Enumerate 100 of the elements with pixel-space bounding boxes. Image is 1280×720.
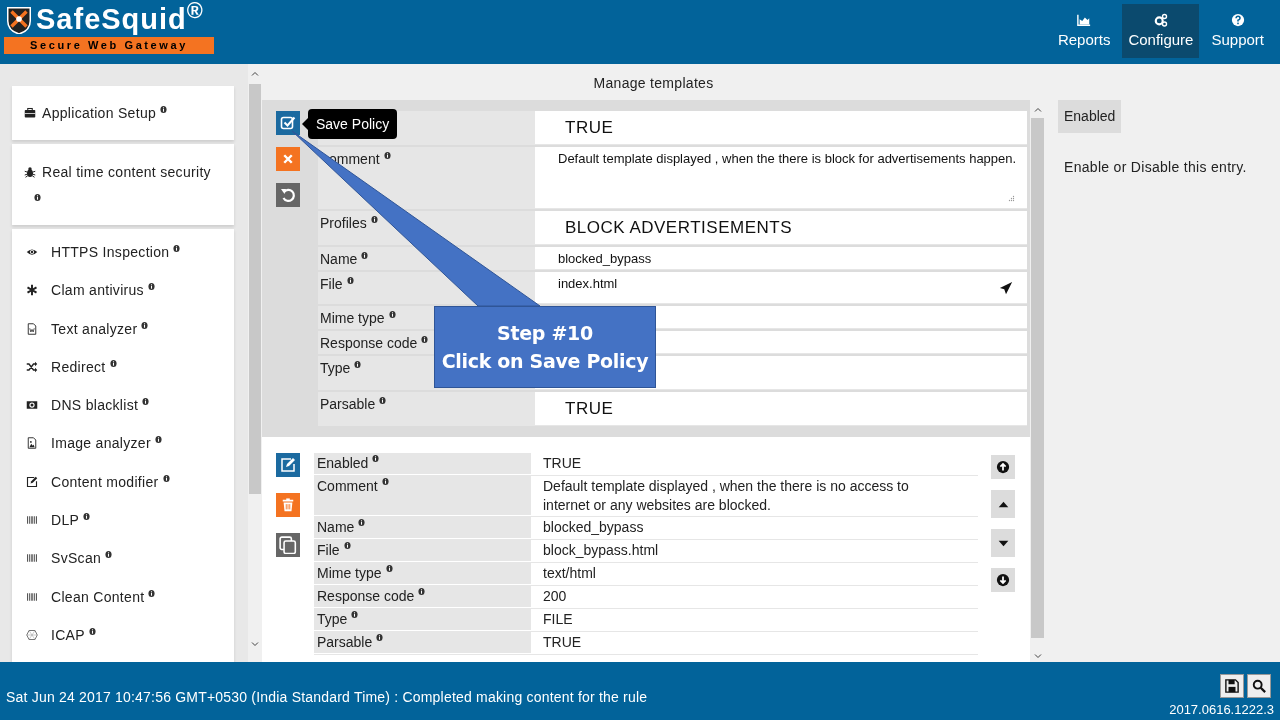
delete-button[interactable] [276, 493, 300, 517]
dns-icon [26, 399, 38, 412]
move-up-button[interactable] [991, 490, 1015, 518]
field-label: Enabled [317, 454, 369, 473]
input-field[interactable]: index.html [535, 272, 1027, 304]
sidebar-item[interactable]: DLP [12, 511, 234, 550]
checkbox-icon [280, 115, 296, 131]
callout-text: Step #10 [497, 321, 593, 346]
gears-icon [1153, 13, 1168, 27]
status-message: Sat Jun 24 2017 10:47:56 GMT+0530 (India Standard Time) : Completed making content for the rule [6, 688, 648, 707]
sidebar-item[interactable]: Redirect [12, 357, 234, 397]
input-field[interactable]: TRUE [535, 392, 1027, 426]
sidebar-item[interactable]: HTTPS Inspection [12, 243, 234, 282]
scroll-up-icon [1033, 106, 1042, 114]
search-button[interactable] [1247, 674, 1271, 698]
field-label: Comment [317, 477, 378, 496]
save-button[interactable] [1220, 674, 1244, 698]
info-icon [88, 626, 96, 636]
logo-wordmark: SafeSquid$^{®}$ [36, 3, 204, 35]
info-icon [351, 610, 359, 619]
page-title: Manage templates [592, 73, 715, 93]
scroll-down-icon [1033, 652, 1042, 660]
info-icon [381, 477, 389, 486]
info-icon [162, 473, 170, 483]
version-text: 2017.0616.1222.3 [1169, 702, 1274, 718]
sidebar-item[interactable]: SvScan [12, 549, 234, 588]
chart-icon [1077, 13, 1092, 27]
logo-tagline: Secure Web Gateway [4, 37, 214, 54]
resize-grip-icon [1007, 194, 1015, 202]
info-icon [154, 435, 162, 445]
send-icon[interactable] [999, 281, 1013, 295]
nav-tab[interactable]: Reports [1051, 4, 1117, 58]
scroll-up-icon [251, 70, 259, 78]
sidebar-item[interactable]: Image analyzer [12, 434, 234, 473]
reset-button[interactable] [276, 183, 300, 207]
field-value: Default template displayed , when the there is no access to internet or any websites are blocked. [543, 477, 910, 515]
sidebar-item[interactable]: Content modifier [12, 472, 234, 512]
info-icon [385, 564, 393, 573]
sidebar-item[interactable]: DNS blacklist [12, 396, 234, 435]
info-icon [388, 310, 396, 319]
trash-icon [281, 498, 295, 512]
input-field[interactable]: blocked_bypass [535, 247, 1027, 270]
info-icon [372, 454, 380, 463]
field-label: Response code [320, 334, 418, 352]
barcode-icon [26, 552, 38, 565]
edit-icon [280, 457, 296, 473]
barcode-icon [26, 514, 38, 527]
info-icon [147, 282, 155, 292]
sidebar-item[interactable]: Clam antivirus [12, 281, 234, 320]
field-label: Parsable [317, 633, 373, 652]
eye-icon [26, 246, 38, 258]
input-field[interactable]: BLOCK ADVERTISEMENTS [535, 211, 1027, 245]
info-icon [354, 360, 362, 369]
field-value: block_bypass.html [543, 541, 660, 560]
shield-logo-icon [4, 4, 34, 34]
sidebar-item[interactable]: ICAP [12, 625, 234, 665]
field-label: Type [320, 359, 351, 377]
nav-tab[interactable]: Configure [1122, 4, 1200, 58]
info-icon [418, 587, 426, 596]
info-icon [83, 512, 91, 522]
info-icon [358, 518, 366, 527]
field-label: File [320, 275, 343, 293]
arrow-up-circle-icon [996, 460, 1010, 474]
field-value: text/html [543, 564, 597, 583]
info-icon [109, 358, 117, 368]
move-top-button[interactable] [991, 455, 1015, 479]
info-icon [383, 151, 391, 160]
field-value: blocked_bypass [543, 518, 645, 537]
field-label: Type [317, 610, 348, 629]
move-down-button[interactable] [991, 529, 1015, 557]
field-label: Parsable [320, 395, 376, 413]
move-bottom-button[interactable] [991, 568, 1015, 592]
sidebar-item[interactable]: Clean Content [12, 587, 234, 626]
nav-tab[interactable]: Support [1205, 4, 1270, 58]
arrow-down-circle-icon [996, 573, 1010, 587]
shuffle-icon [26, 360, 38, 373]
hexagon-icon [26, 628, 38, 641]
search-icon [1252, 679, 1266, 693]
sidebar-item[interactable]: Text analyzer [12, 319, 234, 358]
input-field[interactable]: TRUE [535, 111, 1027, 145]
edit-button[interactable] [276, 453, 300, 477]
close-icon [282, 153, 294, 165]
field-label: Mime type [317, 564, 382, 583]
info-icon [421, 335, 429, 344]
info-icon [346, 276, 354, 285]
help-text: Enable or Disable this entry. [1064, 158, 1247, 177]
edit-icon [26, 475, 38, 488]
input-field[interactable]: Default template displayed , when the there is block for advertisements happen. [535, 147, 1027, 209]
scroll-down-icon [251, 640, 259, 648]
info-icon [361, 251, 369, 260]
info-icon [105, 550, 113, 560]
undo-icon [280, 187, 296, 203]
cancel-button[interactable] [276, 147, 300, 171]
copy-button[interactable] [276, 533, 300, 557]
field-value: TRUE [543, 454, 583, 473]
info-icon [141, 320, 149, 330]
copy-icon [279, 536, 297, 554]
field-value: TRUE [543, 633, 583, 652]
document-icon [26, 322, 38, 335]
field-label: Name [317, 518, 355, 537]
